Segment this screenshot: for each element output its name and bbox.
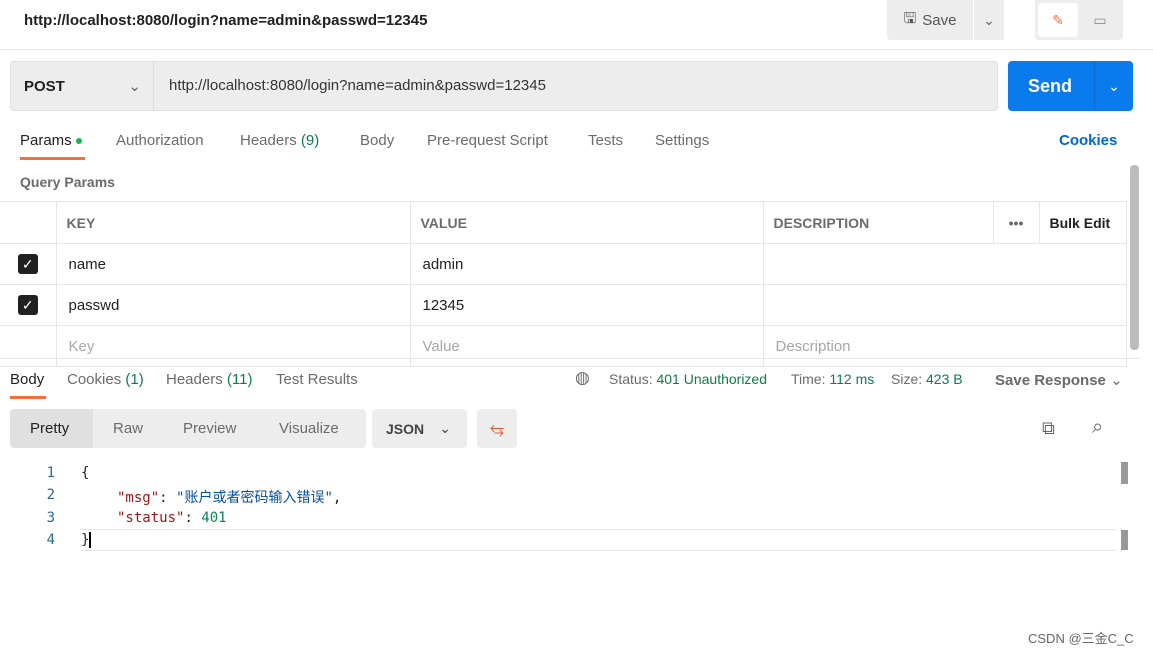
chevron-down-icon: ⌄ [1108,77,1120,94]
tab-authorization[interactable]: Authorization [116,132,204,149]
param-description[interactable] [762,284,1127,326]
column-key: KEY [55,201,411,244]
view-preview[interactable]: Preview [183,420,236,437]
params-active-dot [75,138,82,145]
new-key-input[interactable]: Key [55,325,411,367]
wrap-icon: ⥃ [489,418,505,438]
table-row: ✓ passwd 12345 [0,284,1127,326]
response-tab-underline [10,396,46,399]
view-raw[interactable]: Raw [113,420,143,437]
chevron-down-icon: ⌄ [128,78,141,95]
search-icon[interactable]: ⌕ [1092,416,1103,439]
table-row: ✓ name admin [0,243,1127,285]
bulk-edit-button[interactable]: Bulk Edit [1038,201,1127,244]
line-number: 3 [46,510,55,526]
response-tab-test-results[interactable]: Test Results [276,371,358,388]
code-scroll-marker [1121,530,1128,550]
edit-mode-button[interactable]: ✎ [1038,3,1078,37]
send-label[interactable]: Send [1028,76,1072,97]
comment-icon: ▭ [1093,11,1107,28]
param-description[interactable] [762,243,1127,285]
response-tab-cookies[interactable]: Cookies (1) [67,371,144,388]
tab-pre-request-script[interactable]: Pre-request Script [427,132,548,149]
tab-body[interactable]: Body [360,132,394,149]
new-description-input[interactable]: Description [762,325,1127,367]
format-select[interactable]: JSON ⌄ [372,409,467,448]
column-description: DESCRIPTION [762,201,994,244]
status-readout: Status: 401 Unauthorized [609,371,768,387]
column-value: VALUE [409,201,764,244]
active-tab-underline [20,157,85,160]
tab-params[interactable]: Params [20,132,82,149]
time-readout: Time: 112 ms [791,371,875,387]
query-params-table: KEY VALUE DESCRIPTION ••• Bulk Edit ✓ na… [0,201,1127,367]
line-number: 4 [46,532,55,548]
response-tab-body[interactable]: Body [10,371,44,388]
divider [0,358,1140,359]
globe-icon[interactable]: ◍ [575,368,590,388]
query-params-heading: Query Params [20,174,115,190]
param-value[interactable]: 12345 [409,284,764,326]
scrollbar[interactable] [1130,165,1139,350]
chevron-down-icon: ⌄ [1110,372,1123,389]
param-value[interactable]: admin [409,243,764,285]
cookies-link[interactable]: Cookies [1059,132,1117,149]
size-readout: Size: 423 B [891,371,963,387]
method-select[interactable]: POST ⌄ [10,61,154,111]
copy-icon[interactable]: ⧉ [1042,418,1055,439]
code-brace: { [81,465,90,481]
new-value-input[interactable]: Value [409,325,764,367]
row-checkbox[interactable]: ✓ [17,295,38,315]
code-line: "msg": "账户或者密码输入错误", [117,490,342,506]
code-brace: } [81,532,92,548]
line-number: 2 [46,487,55,503]
view-visualize[interactable]: Visualize [279,420,339,437]
code-scrollbar[interactable] [1121,462,1128,484]
wrap-lines-button[interactable]: ⥃ [477,409,517,448]
chevron-down-icon: ⌄ [439,420,451,436]
tab-settings[interactable]: Settings [655,132,709,149]
tab-tests[interactable]: Tests [588,132,623,149]
url-input[interactable]: http://localhost:8080/login?name=admin&p… [169,77,546,94]
more-options-button[interactable]: ••• [992,201,1040,244]
param-key[interactable]: name [55,243,411,285]
table-header: KEY VALUE DESCRIPTION ••• Bulk Edit [0,201,1127,244]
save-response-button[interactable]: Save Response ⌄ [995,371,1123,389]
send-dropdown-button[interactable]: ⌄ [1094,61,1133,111]
save-icon: 🖫 [903,9,917,27]
code-line: "status": 401 [117,510,227,526]
pencil-icon: ✎ [1052,11,1064,28]
comments-button[interactable]: ▭ [1082,3,1118,37]
current-line-highlight [80,529,1116,551]
response-tab-headers[interactable]: Headers (11) [166,371,252,388]
save-dropdown-button[interactable]: ⌄ [974,0,1004,40]
save-button[interactable]: 🖫 Save [887,0,973,40]
row-checkbox[interactable]: ✓ [17,254,38,274]
request-title: http://localhost:8080/login?name=admin&p… [24,12,428,29]
line-number: 1 [46,465,55,481]
param-key[interactable]: passwd [55,284,411,326]
table-row-new: Key Value Description [0,325,1127,367]
watermark: CSDN @三金C_C [1028,631,1134,646]
view-pretty[interactable]: Pretty [30,420,69,437]
tab-headers[interactable]: Headers (9) [240,132,319,149]
chevron-down-icon: ⌄ [983,11,995,28]
